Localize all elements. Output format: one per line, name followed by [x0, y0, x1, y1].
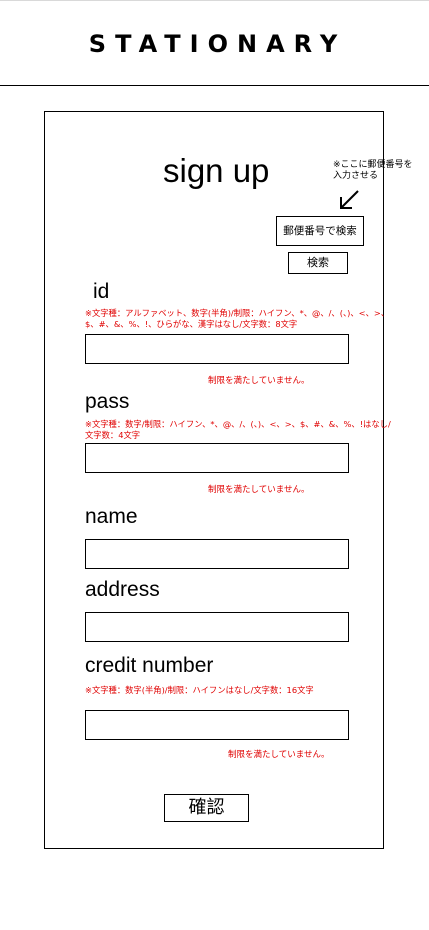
- pass-field[interactable]: [85, 443, 349, 473]
- credit-number-field[interactable]: [85, 710, 349, 740]
- site-logo: STATIONARY: [88, 30, 347, 58]
- pass-label: pass: [85, 390, 130, 413]
- id-error: 制限を満たしていません。: [208, 376, 310, 386]
- id-field[interactable]: [85, 334, 349, 364]
- postal-search-button[interactable]: 郵便番号で検索: [276, 216, 364, 246]
- address-label: address: [85, 578, 160, 601]
- signup-form: sign up ※ここに郵便番号を入力させる 郵便番号で検索 検索 id ※文字…: [44, 111, 413, 849]
- name-field[interactable]: [85, 539, 349, 569]
- confirm-button[interactable]: 確認: [164, 794, 249, 822]
- id-label: id: [93, 280, 110, 303]
- header-divider: [0, 85, 429, 86]
- pass-rule: ※文字種：数字/制限：ハイフン、*、@、/、(、)、<、>、$、#、&、%、!は…: [85, 419, 391, 440]
- search-button[interactable]: 検索: [288, 252, 348, 274]
- credit-number-error: 制限を満たしていません。: [228, 750, 330, 760]
- page-title: sign up: [163, 152, 270, 189]
- name-label: name: [85, 505, 138, 528]
- credit-number-label: credit number: [85, 654, 214, 677]
- arrow-down-left-icon: [340, 190, 359, 209]
- id-rule: ※文字種：アルファベット、数字(半角)/制限：ハイフン、*、@、/、(、)、<、…: [85, 308, 390, 329]
- credit-number-rule: ※文字種：数字(半角)/制限：ハイフンはなし/文字数：16文字: [85, 685, 314, 695]
- top-divider: [0, 0, 429, 1]
- address-field[interactable]: [85, 612, 349, 642]
- postal-annotation: ※ここに郵便番号を入力させる: [333, 160, 413, 181]
- pass-error: 制限を満たしていません。: [208, 485, 310, 495]
